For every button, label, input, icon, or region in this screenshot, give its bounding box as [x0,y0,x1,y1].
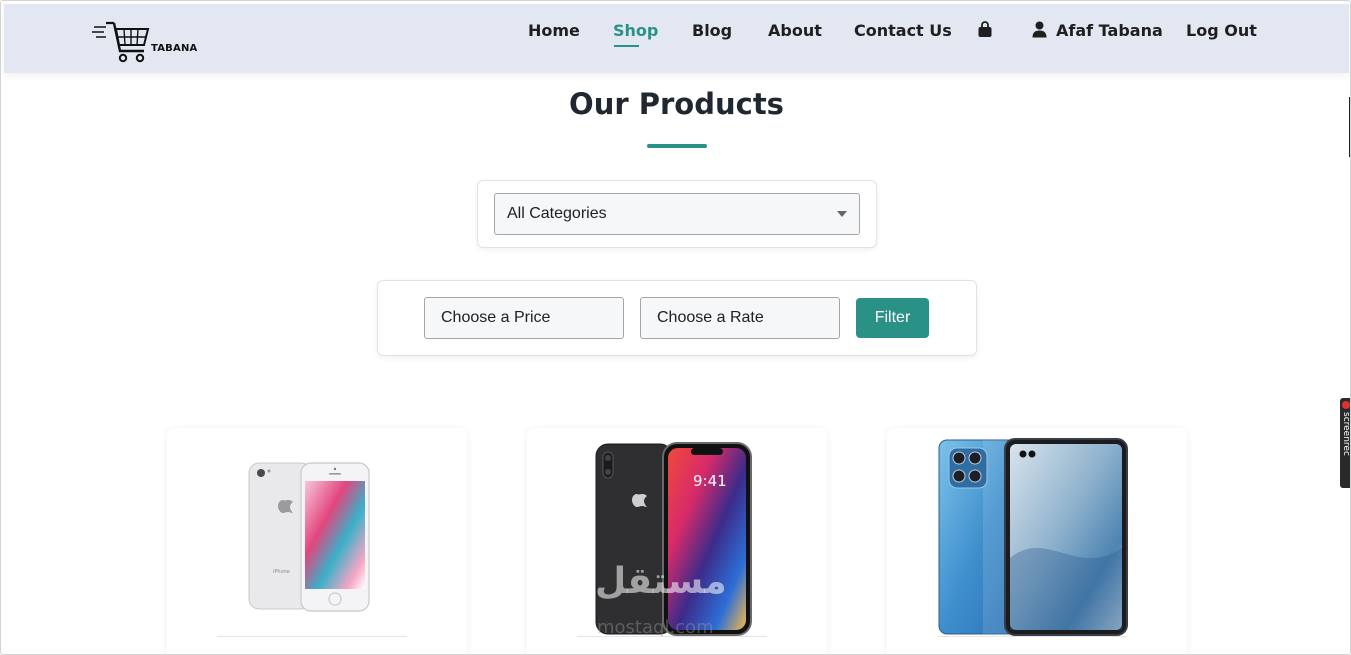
filter-button[interactable]: Filter [856,298,929,338]
category-select-value: All Categories [507,205,607,222]
user-menu[interactable]: Afaf Tabana [1031,21,1163,41]
active-nav-underline [614,45,639,47]
category-select[interactable]: All Categories [494,193,860,235]
nav-about[interactable]: About [768,21,822,40]
svg-text:9:41: 9:41 [693,472,727,490]
card-divider [217,636,407,637]
navbar: TABANA Home Shop Blog About Contact Us A… [4,4,1349,73]
logo-text: TABANA [151,43,198,54]
record-dot-icon [1342,401,1350,409]
user-icon [1032,21,1047,38]
nav-logout[interactable]: Log Out [1186,21,1257,40]
user-name: Afaf Tabana [1056,21,1163,40]
card-divider [937,636,1127,637]
app-window: TABANA Home Shop Blog About Contact Us A… [0,0,1351,655]
svg-text:iPhone: iPhone [273,569,290,575]
title-underline [647,144,707,148]
site-logo[interactable]: TABANA [92,21,202,67]
screen-recorder-tab[interactable]: screenrec [1340,398,1351,488]
nav-home[interactable]: Home [528,21,580,40]
shopping-bag-icon[interactable] [977,21,993,39]
card-divider [577,636,767,637]
nav-contact[interactable]: Contact Us [854,21,952,40]
chevron-down-icon [837,211,847,217]
price-select-value: Choose a Price [441,309,551,326]
cart-logo-icon [92,21,150,63]
product-image-oppo [938,438,1128,636]
rate-select[interactable]: Choose a Rate [640,297,840,339]
nav-blog[interactable]: Blog [692,21,732,40]
product-card[interactable]: iPhone [167,428,467,654]
product-card[interactable]: 9:41 [527,428,827,654]
price-select[interactable]: Choose a Price [424,297,624,339]
product-image-iphone-x: 9:41 [595,442,752,636]
recorder-label: screenrec [1341,412,1351,456]
nav-shop[interactable]: Shop [613,21,658,40]
page-title: Our Products [569,87,784,121]
product-card[interactable] [887,428,1187,654]
product-image-iphone-8: iPhone [248,462,370,612]
rate-select-value: Choose a Rate [657,309,764,326]
